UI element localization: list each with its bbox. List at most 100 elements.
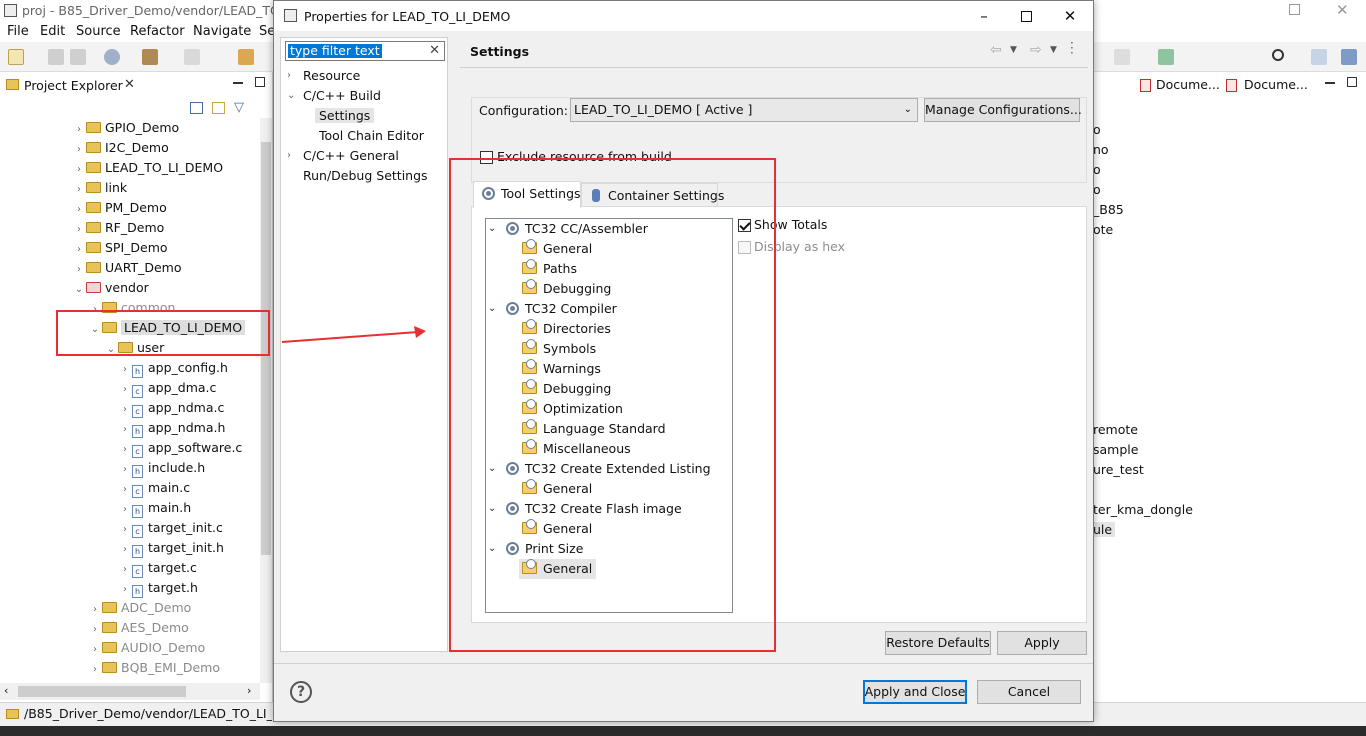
tree-item[interactable]: › RF_Demo <box>72 218 164 238</box>
tab-tool-settings[interactable]: Tool Settings <box>473 181 581 208</box>
nav-run-debug[interactable]: Run/Debug Settings <box>303 166 428 186</box>
tree-item[interactable]: › c main.c <box>118 478 190 498</box>
close-icon[interactable]: ✕ <box>124 77 135 92</box>
tree-item[interactable]: › h app_config.h <box>118 358 228 378</box>
tree-item[interactable]: › GPIO_Demo <box>72 118 179 138</box>
project-folder-icon <box>86 142 101 153</box>
filter-input-text[interactable]: type filter text <box>288 44 382 58</box>
search-icon[interactable] <box>1272 49 1284 61</box>
project-folder-icon <box>86 242 101 253</box>
project-explorer: Project Explorer ✕ ▽ › GPIO_Demo › I2C_Dem… <box>0 72 273 702</box>
build-icon[interactable] <box>104 49 120 65</box>
tree-item[interactable]: › c target_init.c <box>118 518 223 538</box>
tree-item[interactable]: › h main.h <box>118 498 191 518</box>
maximize-icon[interactable] <box>255 77 265 87</box>
menu-source[interactable]: Source <box>76 24 121 39</box>
c-file-icon: c <box>132 405 143 418</box>
forward-arrow-icon[interactable]: ⇨ <box>1030 42 1042 58</box>
hammer-icon[interactable] <box>142 49 158 65</box>
configuration-label: Configuration: <box>479 103 568 118</box>
forward-icon[interactable] <box>1114 49 1130 65</box>
app-icon <box>4 4 17 17</box>
save-all-icon[interactable] <box>70 49 86 65</box>
project-explorer-icon <box>6 79 19 90</box>
more-options-icon[interactable]: · · · <box>1070 37 1074 59</box>
project-folder-icon <box>86 182 101 193</box>
annotation-arrow <box>281 326 426 343</box>
minimize-button[interactable]: – <box>974 7 994 25</box>
tree-item[interactable]: › AES_Demo <box>88 618 189 638</box>
tree-item[interactable]: › c target.c <box>118 558 197 578</box>
restore-icon[interactable] <box>1289 4 1300 15</box>
cancel-button[interactable]: Cancel <box>977 680 1081 704</box>
new-icon[interactable] <box>8 49 24 65</box>
tree-item[interactable]: › c app_dma.c <box>118 378 216 398</box>
bookmark-icon[interactable] <box>1158 49 1174 65</box>
tree-item[interactable]: › PM_Demo <box>72 198 167 218</box>
tree-item[interactable]: › BQB_EMI_Demo <box>88 658 220 678</box>
close-icon[interactable]: ✕ <box>1336 1 1349 19</box>
clear-filter-icon[interactable]: ✕ <box>429 43 440 58</box>
tree-item[interactable]: › ADC_Demo <box>88 598 191 618</box>
folder-icon <box>102 662 117 673</box>
minimize-icon[interactable] <box>233 82 243 84</box>
menu-file[interactable]: File <box>7 24 29 39</box>
manage-configurations-button[interactable]: Manage Configurations... <box>924 98 1082 122</box>
package-icon[interactable] <box>238 49 254 65</box>
back-menu-icon[interactable]: ▼ <box>1010 45 1017 55</box>
document-tab[interactable]: Docume... <box>1244 77 1308 92</box>
filter-input[interactable]: type filter text ✕ <box>285 41 445 61</box>
filter-icon[interactable]: ▽ <box>234 100 244 115</box>
nav-resource[interactable]: › Resource <box>287 66 360 86</box>
configuration-select[interactable]: LEAD_TO_LI_DEMO [ Active ] ⌄ <box>570 98 918 122</box>
back-arrow-icon[interactable]: ⇦ <box>990 42 1002 58</box>
tree-item[interactable]: › link <box>72 178 127 198</box>
maximize-icon[interactable] <box>1347 77 1357 87</box>
menu-navigate[interactable]: Navigate <box>193 24 251 39</box>
scrollbar-thumb[interactable] <box>18 686 186 697</box>
tree-item[interactable]: › c app_ndma.c <box>118 398 224 418</box>
forward-menu-icon[interactable]: ▼ <box>1050 45 1057 55</box>
list-text: o <box>1093 182 1101 197</box>
header-file-icon: h <box>132 545 143 558</box>
minimize-icon[interactable] <box>1325 82 1335 84</box>
maximize-button[interactable] <box>1016 7 1036 25</box>
menu-refactor[interactable]: Refactor <box>130 24 185 39</box>
tree-item[interactable]: ⌄ vendor <box>72 278 149 298</box>
tree-item[interactable]: › h include.h <box>118 458 205 478</box>
close-button[interactable]: ✕ <box>1060 7 1080 25</box>
scroll-right-icon[interactable]: › <box>247 684 251 697</box>
binary-icon[interactable] <box>184 49 200 65</box>
help-icon[interactable]: ? <box>290 681 312 703</box>
tree-item[interactable]: › AUDIO_Demo <box>88 638 205 658</box>
save-icon[interactable] <box>48 49 64 65</box>
document-tab[interactable]: Docume... <box>1156 77 1220 92</box>
scroll-left-icon[interactable]: ‹ <box>4 684 8 697</box>
nav-cpp-build[interactable]: ⌄ C/C++ Build <box>287 86 381 106</box>
project-explorer-tab[interactable]: Project Explorer ✕ <box>0 72 140 98</box>
vertical-scrollbar[interactable] <box>260 118 272 683</box>
tree-item[interactable]: › UART_Demo <box>72 258 182 278</box>
nav-cpp-general[interactable]: › C/C++ General <box>287 146 399 166</box>
nav-settings[interactable]: Settings <box>315 106 375 126</box>
collapse-all-icon[interactable] <box>190 102 203 114</box>
tree-item[interactable]: › h target_init.h <box>118 538 224 558</box>
tree-item[interactable]: › c app_software.c <box>118 438 242 458</box>
list-text: ote <box>1093 222 1114 237</box>
folder-icon <box>102 642 117 653</box>
cpp-perspective-icon[interactable] <box>1341 49 1357 65</box>
horizontal-scrollbar[interactable]: ‹ › <box>0 683 260 700</box>
tree-item[interactable]: › LEAD_TO_LI_DEMO <box>72 158 223 178</box>
c-file-icon: c <box>132 445 143 458</box>
tree-item[interactable]: › h target.h <box>118 578 198 598</box>
tree-item[interactable]: › I2C_Demo <box>72 138 169 158</box>
restore-defaults-button[interactable]: Restore Defaults <box>885 631 991 655</box>
tree-item[interactable]: › h app_ndma.h <box>118 418 225 438</box>
nav-tool-chain-editor[interactable]: Tool Chain Editor <box>319 126 424 146</box>
menu-edit[interactable]: Edit <box>40 24 65 39</box>
apply-and-close-button[interactable]: Apply and Close <box>863 680 967 704</box>
perspective-icon[interactable] <box>1311 49 1327 65</box>
tree-item[interactable]: › SPI_Demo <box>72 238 168 258</box>
apply-button[interactable]: Apply <box>997 631 1087 655</box>
link-editor-icon[interactable] <box>212 102 225 114</box>
